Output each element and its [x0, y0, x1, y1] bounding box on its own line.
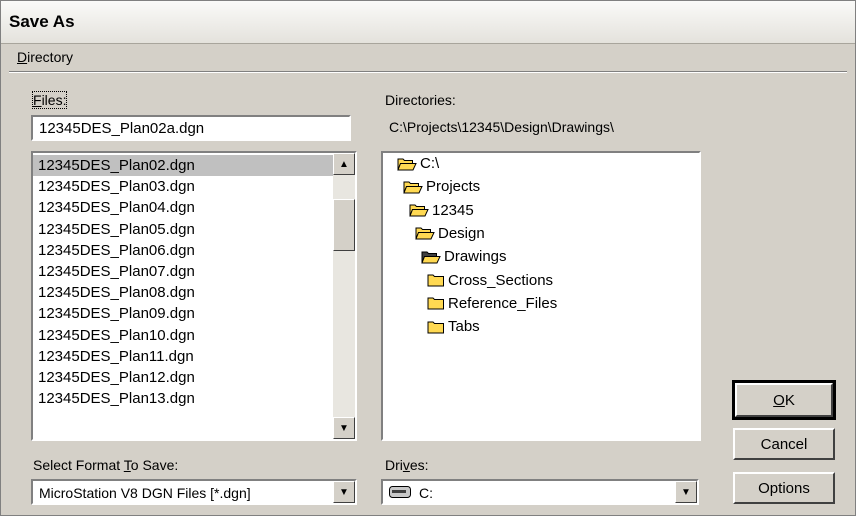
open-folder-icon [397, 157, 420, 171]
directory-item[interactable]: C:\ [397, 155, 439, 172]
cancel-button[interactable]: Cancel [733, 428, 835, 460]
chevron-down-icon: ▼ [339, 486, 349, 498]
file-list-item[interactable]: 12345DES_Plan12.dgn [33, 367, 333, 388]
file-list-items: 12345DES_Plan02.dgn 12345DES_Plan03.dgn 12… [33, 155, 333, 409]
directory-item-label: Reference_Files [448, 294, 558, 312]
menu-directory-mnemonic: D [17, 49, 28, 65]
file-list-item[interactable]: 12345DES_Plan13.dgn [33, 388, 333, 409]
drives-label-mnemonic: v [402, 457, 410, 473]
title-bar[interactable]: Save As [1, 1, 855, 44]
file-list-item[interactable]: 12345DES_Plan05.dgn [33, 219, 333, 240]
drives-label-pre: Dri [385, 457, 403, 473]
file-list-item[interactable]: 12345DES_Plan06.dgn [33, 240, 333, 261]
drives-select[interactable]: C: ▼ [381, 479, 699, 505]
directories-label: Directories: [385, 92, 456, 108]
scroll-down-button[interactable]: ▼ [333, 417, 355, 439]
file-list-item[interactable]: 12345DES_Plan08.dgn [33, 282, 333, 303]
directory-item[interactable]: Tabs [427, 318, 480, 335]
directory-item-label: Drawings [444, 248, 507, 266]
directory-item-label: Tabs [448, 318, 480, 336]
directory-item-label: Design [438, 224, 485, 242]
scroll-up-button[interactable]: ▲ [333, 153, 355, 175]
format-label-pre: Select Format [33, 457, 124, 473]
open-folder-selected-icon [421, 250, 444, 264]
file-list-item[interactable]: 12345DES_Plan11.dgn [33, 346, 333, 367]
current-directory-path: C:\Projects\12345\Design\Drawings\ [389, 119, 614, 135]
open-folder-icon [415, 226, 438, 240]
drives-select-value: C: [419, 485, 433, 501]
scroll-up-arrow-icon: ▲ [339, 158, 349, 170]
closed-folder-icon [427, 320, 448, 334]
files-label-mnemonic: F [33, 92, 42, 108]
format-select[interactable]: MicroStation V8 DGN Files [*.dgn] ▼ [31, 479, 357, 505]
files-label: Files: [31, 91, 68, 109]
directory-item-label: Projects [426, 178, 481, 196]
file-list-item[interactable]: 12345DES_Plan04.dgn [33, 197, 333, 218]
ok-button-label: K [784, 391, 795, 409]
drives-dropdown-button[interactable]: ▼ [675, 481, 697, 503]
directory-item-label: C:\ [420, 155, 440, 172]
directory-item-label: 12345 [432, 201, 474, 219]
format-dropdown-button[interactable]: ▼ [333, 481, 355, 503]
drive-icon [389, 486, 411, 498]
file-list[interactable]: 12345DES_Plan02.dgn 12345DES_Plan03.dgn 12… [31, 151, 357, 441]
file-list-item[interactable]: 12345DES_Plan10.dgn [33, 325, 333, 346]
format-select-value: MicroStation V8 DGN Files [*.dgn] [39, 485, 251, 501]
chevron-down-icon: ▼ [681, 486, 691, 498]
closed-folder-icon [427, 273, 448, 287]
directory-item[interactable]: Reference_Files [427, 295, 557, 312]
directory-item[interactable]: Drawings [421, 248, 507, 265]
file-list-item[interactable]: 12345DES_Plan03.dgn [33, 176, 333, 197]
options-button[interactable]: Options [733, 472, 835, 504]
format-label-post: o Save: [130, 457, 179, 473]
menu-directory-label: irectory [27, 49, 74, 65]
ok-button[interactable]: OK [732, 380, 836, 420]
file-list-item[interactable]: 12345DES_Plan07.dgn [33, 261, 333, 282]
drives-label-post: es: [409, 457, 429, 473]
ok-button-mnemonic: O [773, 391, 785, 409]
menu-directory[interactable]: Directory [17, 49, 73, 65]
scroll-down-arrow-icon: ▼ [339, 422, 349, 434]
format-label-mnemonic: T [123, 457, 131, 473]
directory-item-label: Cross_Sections [448, 271, 554, 289]
open-folder-icon [403, 180, 426, 194]
directory-item[interactable]: Design [415, 225, 485, 242]
closed-folder-icon [427, 296, 448, 310]
save-as-dialog: Save As Directory Files: Directories: 12… [0, 0, 856, 516]
window-title: Save As [9, 12, 75, 31]
directory-item[interactable]: Cross_Sections [427, 272, 553, 289]
scroll-thumb[interactable] [333, 199, 355, 251]
file-list-item[interactable]: 12345DES_Plan09.dgn [33, 303, 333, 324]
filename-input[interactable]: 12345DES_Plan02a.dgn [31, 115, 351, 141]
files-label-text: iles: [41, 92, 67, 108]
file-list-scrollbar[interactable]: ▲ ▼ [333, 153, 355, 439]
directory-item[interactable]: 12345 [409, 202, 474, 219]
menu-separator [9, 71, 847, 73]
directory-tree[interactable]: C:\ Projects 12345 Design Drawings Cross_Sect… [381, 151, 701, 441]
drives-label: Drives: [385, 457, 429, 473]
open-folder-icon [409, 203, 432, 217]
format-label: Select Format To Save: [33, 457, 178, 473]
file-list-item[interactable]: 12345DES_Plan02.dgn [33, 155, 333, 177]
directory-item[interactable]: Projects [403, 178, 480, 195]
